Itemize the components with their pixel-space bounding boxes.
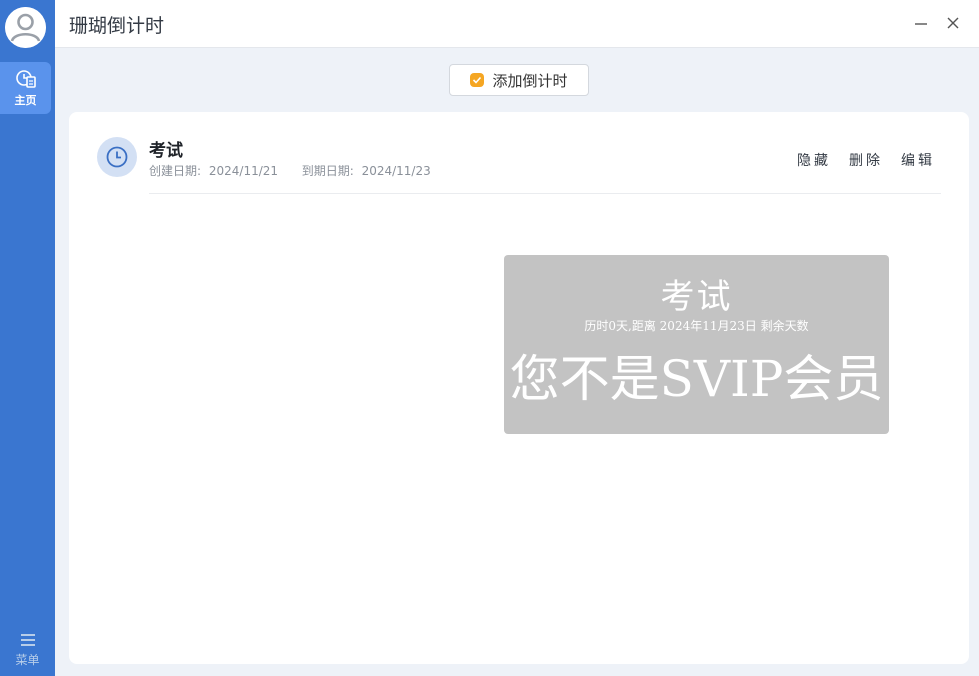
add-countdown-button[interactable]: 添加倒计时	[449, 64, 589, 96]
divider	[149, 193, 941, 194]
menu-label: 菜单	[15, 652, 40, 667]
app-title: 珊瑚倒计时	[69, 15, 165, 37]
avatar[interactable]	[5, 7, 46, 48]
edit-button[interactable]: 编辑	[901, 150, 935, 170]
event-icon-badge	[97, 137, 137, 177]
clock-icon	[106, 146, 128, 168]
sidebar-item-label: 主页	[14, 94, 37, 107]
preview-title: 考试	[660, 277, 733, 317]
minimize-button[interactable]	[910, 12, 932, 34]
menu-button[interactable]: 菜单	[0, 628, 55, 672]
user-avatar-icon	[5, 7, 46, 48]
sidebar-item-home[interactable]: 主页	[0, 62, 51, 114]
close-icon	[947, 17, 959, 29]
add-countdown-label: 添加倒计时	[492, 71, 568, 90]
countdown-card: 考试 创建日期: 2024/11/21 到期日期: 2024/11/23 隐藏 …	[69, 112, 969, 664]
due-date-label: 到期日期:	[301, 164, 354, 178]
event-actions: 隐藏 删除 编辑	[797, 150, 935, 170]
created-date-label: 创建日期:	[149, 164, 202, 178]
event-dates: 创建日期: 2024/11/21 到期日期: 2024/11/23	[149, 162, 435, 179]
titlebar: 珊瑚倒计时	[55, 0, 979, 48]
delete-button[interactable]: 删除	[849, 150, 883, 170]
minimize-icon	[915, 23, 927, 25]
preview-subtitle: 历时0天,距离 2024年11月23日 剩余天数	[584, 319, 809, 333]
sidebar: 主页 菜单	[0, 0, 55, 676]
home-clock-icon	[15, 70, 36, 88]
created-date-value: 2024/11/21	[208, 164, 279, 178]
hamburger-icon	[20, 633, 35, 646]
hide-button[interactable]: 隐藏	[797, 150, 831, 170]
due-date-value: 2024/11/23	[361, 164, 431, 178]
close-button[interactable]	[942, 12, 964, 34]
event-title: 考试	[149, 141, 183, 161]
svip-warning: 您不是SVIP会员	[509, 350, 884, 408]
checkmark-badge-icon	[470, 73, 485, 87]
countdown-preview: 考试 历时0天,距离 2024年11月23日 剩余天数 您不是SVIP会员	[504, 255, 889, 434]
